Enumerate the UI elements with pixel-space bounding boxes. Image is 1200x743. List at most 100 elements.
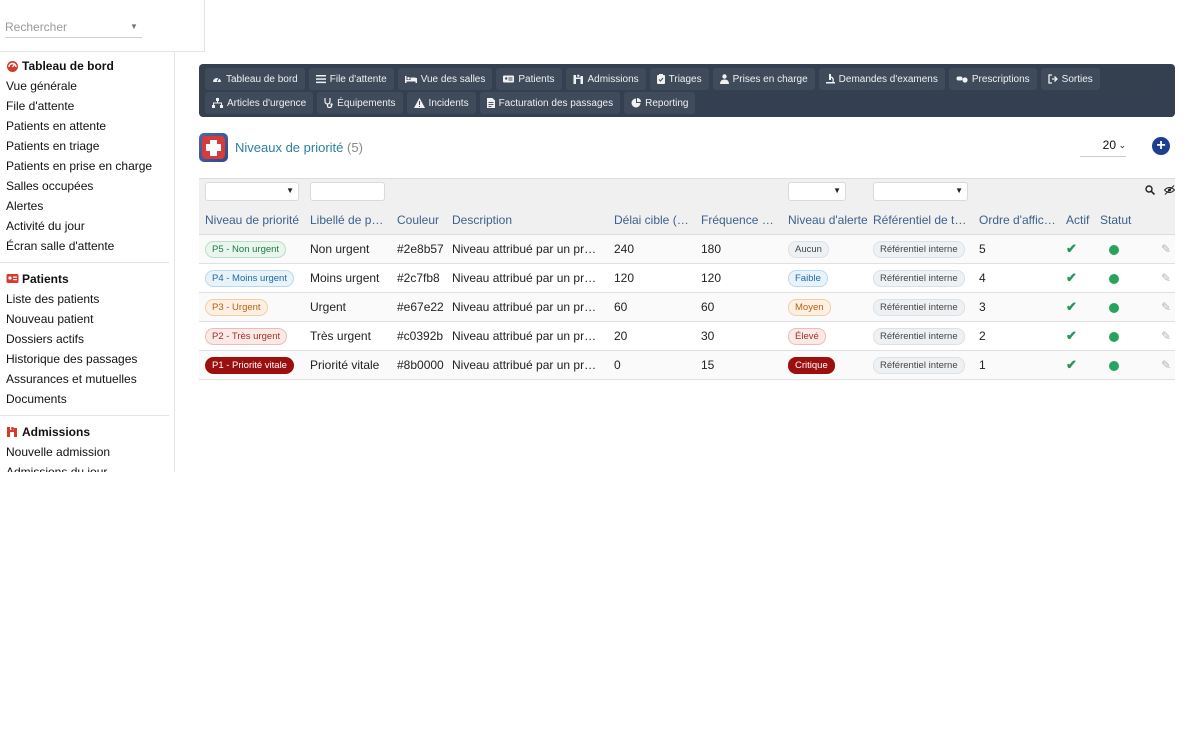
table-row[interactable]: P5 - Non urgent Non urgent #2e8b57 Niveau a… (199, 235, 1175, 264)
sidebar-item-documents[interactable]: Documents (0, 389, 169, 409)
sidebar-section-dashboard: Tableau de bord Vue générale File d'atte… (0, 56, 169, 263)
toolbar-button-articles-urgence[interactable]: Articles d'urgence (205, 92, 314, 114)
toolbar-button-label: Sorties (1061, 73, 1093, 85)
page-size-select[interactable]: 20 ⌄ (1080, 136, 1126, 157)
toolbar-button-incidents[interactable]: Incidents (406, 92, 476, 114)
toolbar-button-prises-en-charge[interactable]: Prises en charge (712, 68, 815, 90)
sidebar-section-header[interactable]: Admissions (0, 422, 169, 442)
toolbar-button-tableau-de-bord[interactable]: Tableau de bord (205, 68, 305, 90)
cell-alerte: Critique (788, 351, 868, 379)
cell-niveau: P1 - Priorité vitale (205, 351, 305, 379)
sidebar-item-liste-patients[interactable]: Liste des patients (0, 289, 169, 309)
status-dot-icon (1109, 360, 1119, 371)
toolbar-button-sorties[interactable]: Sorties (1040, 68, 1100, 90)
toolbar-button-prescriptions[interactable]: Prescriptions (948, 68, 1037, 90)
referential-badge: Référentiel interne (873, 241, 965, 259)
toolbar-button-label: Articles d'urgence (227, 97, 307, 109)
cell-frequence: 120 (701, 271, 722, 285)
column-header-description[interactable]: Description (452, 205, 602, 235)
column-header-alerte[interactable]: Niveau d'alerte (788, 205, 868, 235)
filter-libelle-input[interactable] (310, 182, 385, 201)
toolbar-button-admissions[interactable]: Admissions (565, 68, 646, 90)
sidebar-section-header[interactable]: Tableau de bord (0, 56, 169, 76)
sidebar-item-patients-prise-en-charge[interactable]: Patients en prise en charge (0, 156, 169, 176)
toolbar-button-patients[interactable]: Patients (496, 68, 562, 90)
column-header-niveau[interactable]: Niveau de priorité (205, 205, 305, 235)
sidebar-item-salles-occupees[interactable]: Salles occupées (0, 176, 169, 196)
cell-referentiel: Référentiel interne (873, 264, 973, 292)
cell-edit: ✎ (1161, 351, 1175, 379)
page-title: Niveaux de priorité (5) (235, 140, 363, 155)
column-header-delai[interactable]: Délai cible (… (614, 205, 694, 235)
referential-badge: Référentiel interne (873, 328, 965, 346)
alert-level-badge: Aucun (788, 241, 829, 259)
sidebar-item-file-attente[interactable]: File d'attente (0, 96, 169, 116)
sidebar: Tableau de bord Vue générale File d'atte… (0, 0, 175, 472)
column-header-frequence[interactable]: Fréquence d… (701, 205, 779, 235)
sidebar-item-patients-attente[interactable]: Patients en attente (0, 116, 169, 136)
sidebar-item-dossiers-actifs[interactable]: Dossiers actifs (0, 329, 169, 349)
toolbar-button-reporting[interactable]: Reporting (624, 92, 696, 114)
table-row[interactable]: P4 - Moins urgent Moins urgent #2c7fb8 Nive… (199, 264, 1175, 293)
sidebar-item-historique-passages[interactable]: Historique des passages (0, 349, 169, 369)
cell-statut (1109, 264, 1129, 292)
sidebar-item-assurances[interactable]: Assurances et mutuelles (0, 369, 169, 389)
sidebar-item-alertes[interactable]: Alertes (0, 196, 169, 216)
hide-columns-icon[interactable] (1163, 185, 1176, 198)
cell-couleur: #8b0000 (397, 358, 444, 372)
sidebar-item-activite-jour[interactable]: Activité du jour (0, 216, 169, 236)
chevron-down-icon[interactable]: ▼ (130, 22, 138, 31)
sidebar-item-patients-triage[interactable]: Patients en triage (0, 136, 169, 156)
search-icon[interactable] (1145, 185, 1156, 198)
toolbar-button-label: Demandes d'examens (838, 73, 938, 85)
column-header-ordre[interactable]: Ordre d'affic… (979, 205, 1057, 235)
filter-referentiel-select[interactable]: ▼ (873, 182, 968, 201)
check-icon: ✔ (1066, 357, 1077, 372)
toolbar-button-vue-salles[interactable]: Vue des salles (397, 68, 493, 90)
toolbar-button-label: Reporting (645, 97, 689, 109)
sidebar-item-ecran-salle-attente[interactable]: Écran salle d'attente (0, 236, 169, 256)
toolbar-button-demandes-examens[interactable]: Demandes d'examens (818, 68, 945, 90)
cell-niveau: P4 - Moins urgent (205, 264, 305, 292)
edit-pencil-icon[interactable]: ✎ (1161, 271, 1171, 285)
toolbar-button-triages[interactable]: Triages (649, 68, 709, 90)
sidebar-item-nouveau-patient[interactable]: Nouveau patient (0, 309, 169, 329)
sidebar-sections: Tableau de bord Vue générale File d'atte… (0, 54, 174, 472)
sidebar-item-admissions-jour[interactable]: Admissions du jour (0, 462, 169, 472)
toolbar-button-facturation[interactable]: Facturation des passages (479, 92, 621, 114)
filter-niveau-select[interactable]: ▼ (205, 182, 299, 201)
column-header-referentiel[interactable]: Référentiel de tri… (873, 205, 970, 235)
sidebar-item-vue-generale[interactable]: Vue générale (0, 76, 169, 96)
toolbar-button-label: Vue des salles (420, 73, 486, 85)
sidebar-section-header[interactable]: Patients (0, 269, 169, 289)
cell-libelle: Priorité vitale (310, 358, 380, 372)
status-dot-icon (1109, 331, 1119, 342)
edit-pencil-icon[interactable]: ✎ (1161, 358, 1171, 372)
cell-edit: ✎ (1161, 322, 1175, 350)
column-header-actif[interactable]: Actif (1066, 205, 1096, 235)
patients-card-icon (6, 273, 20, 285)
toolbar-button-file-attente[interactable]: File d'attente (308, 68, 394, 90)
edit-pencil-icon[interactable]: ✎ (1161, 242, 1171, 256)
edit-pencil-icon[interactable]: ✎ (1161, 329, 1171, 343)
column-header-couleur[interactable]: Couleur (397, 205, 447, 235)
cell-ordre: 1 (979, 358, 986, 372)
cell-niveau: P3 - Urgent (205, 293, 305, 321)
admissions-icon (6, 426, 20, 438)
chart-pie-icon (631, 98, 642, 108)
table-row[interactable]: P2 - Très urgent Très urgent #c0392b Niveau… (199, 322, 1175, 351)
column-header-libelle[interactable]: Libellé de pri… (310, 205, 386, 235)
filter-alerte-select[interactable]: ▼ (788, 182, 846, 201)
cell-ordre: 5 (979, 242, 986, 256)
search-input[interactable] (5, 16, 142, 38)
table-row[interactable]: P3 - Urgent Urgent #e67e22 Niveau attribué … (199, 293, 1175, 322)
sidebar-item-nouvelle-admission[interactable]: Nouvelle admission (0, 442, 169, 462)
cell-delai: 0 (614, 358, 621, 372)
toolbar-button-equipements[interactable]: Équipements (317, 92, 403, 114)
add-button[interactable]: + (1152, 137, 1170, 155)
edit-pencil-icon[interactable]: ✎ (1161, 300, 1171, 314)
toolbar-button-label: Admissions (587, 73, 639, 85)
column-header-statut[interactable]: Statut (1100, 205, 1140, 235)
id-card-icon (503, 74, 515, 84)
table-row[interactable]: P1 - Priorité vitale Priorité vitale #8b00… (199, 351, 1175, 380)
